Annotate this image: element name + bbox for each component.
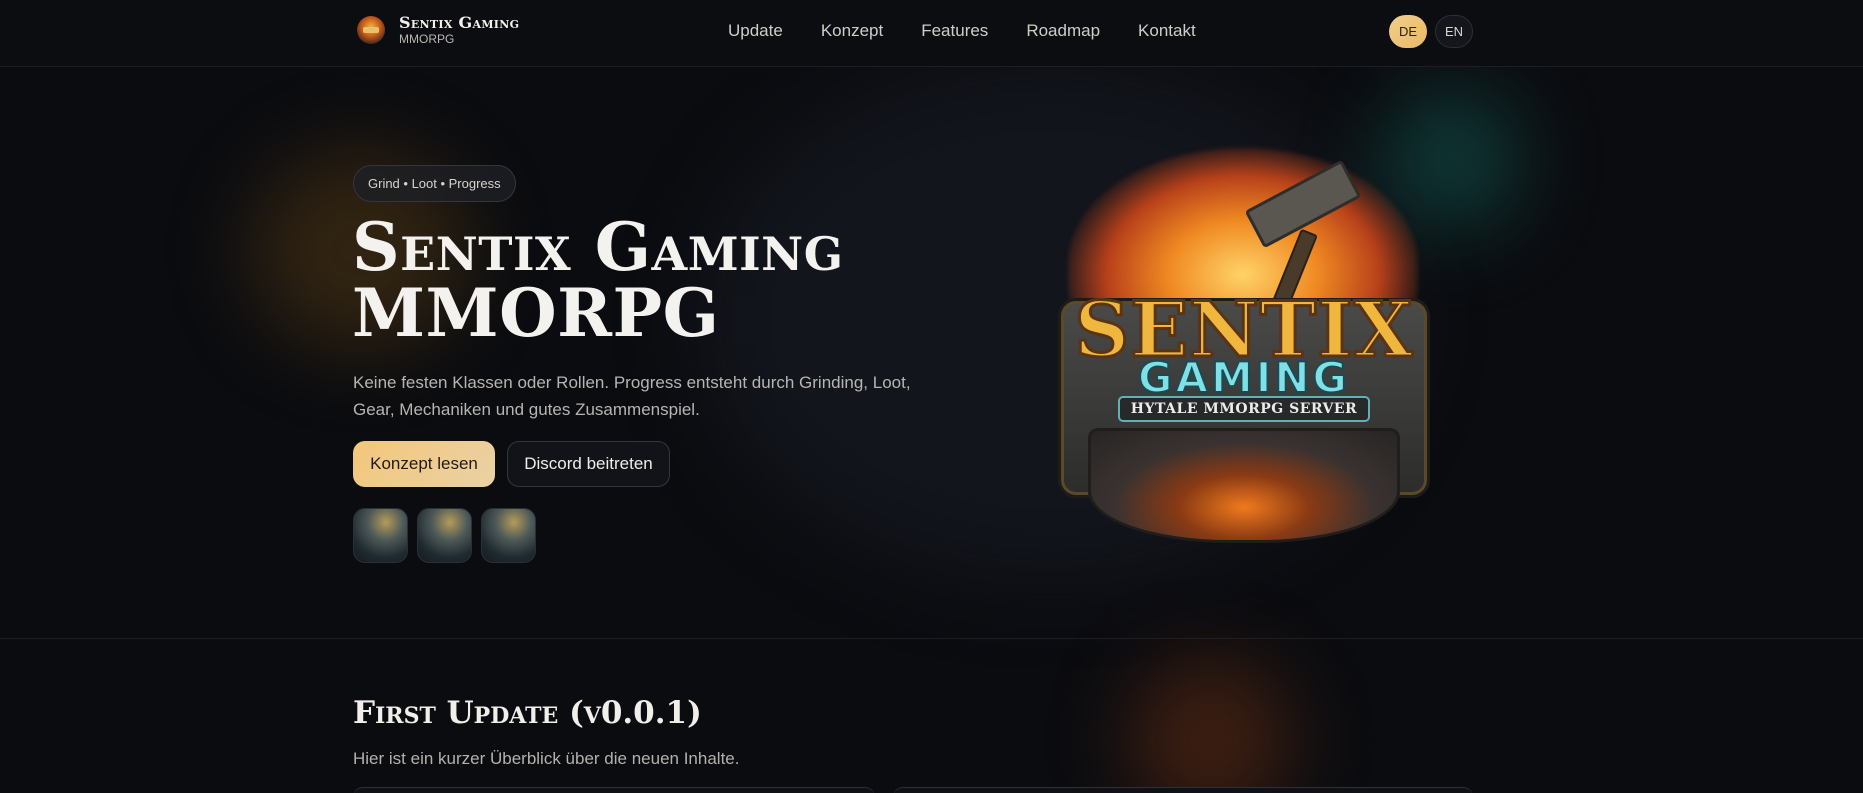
main-nav: Update Konzept Features Roadmap Kontakt (728, 20, 1234, 42)
language-de-button[interactable]: DE (1389, 15, 1427, 48)
brand-link[interactable]: Sentix Gaming MMORPG (357, 14, 519, 46)
brand-text: Sentix Gaming MMORPG (399, 13, 520, 47)
hero-title: Sentix Gaming MMORPG (352, 214, 912, 346)
section-divider (0, 638, 1863, 639)
brand-logo-icon (357, 16, 385, 44)
gallery-thumbnail[interactable] (417, 508, 472, 563)
read-concept-button[interactable]: Konzept lesen (353, 441, 495, 487)
update-card (353, 787, 875, 793)
nav-link-konzept[interactable]: Konzept (821, 20, 883, 42)
brand-subtitle: MMORPG (399, 32, 455, 46)
emblem-banner: HYTALE MMORPG SERVER (1118, 396, 1370, 422)
nav-link-update[interactable]: Update (728, 20, 783, 42)
site-header: Sentix Gaming MMORPG Update Konzept Feat… (0, 0, 1863, 67)
hero-tagline-badge: Grind • Loot • Progress (353, 165, 516, 202)
update-card (893, 787, 1473, 793)
gallery-thumbnail[interactable] (481, 508, 536, 563)
nav-link-roadmap[interactable]: Roadmap (1026, 20, 1100, 42)
join-discord-button[interactable]: Discord beitreten (507, 441, 670, 487)
emblem-subtitle: GAMING (1137, 353, 1351, 403)
brand-title: Sentix Gaming (399, 13, 520, 32)
hero-description: Keine festen Klassen oder Rollen. Progre… (353, 373, 911, 419)
nav-link-kontakt[interactable]: Kontakt (1138, 20, 1196, 42)
update-section-description: Hier ist ein kurzer Überblick über die n… (353, 749, 740, 768)
anvil-icon (1088, 428, 1400, 543)
nav-link-features[interactable]: Features (921, 20, 988, 42)
gallery-thumbnail[interactable] (353, 508, 408, 563)
language-en-button[interactable]: EN (1435, 15, 1473, 48)
update-section-title: First Update (v0.0.1) (353, 695, 702, 731)
background-glow (1130, 660, 1290, 793)
sentix-emblem-image: SENTIX GAMING HYTALE MMORPG SERVER (1048, 148, 1440, 558)
hero-title-line2: MMORPG (352, 274, 720, 352)
